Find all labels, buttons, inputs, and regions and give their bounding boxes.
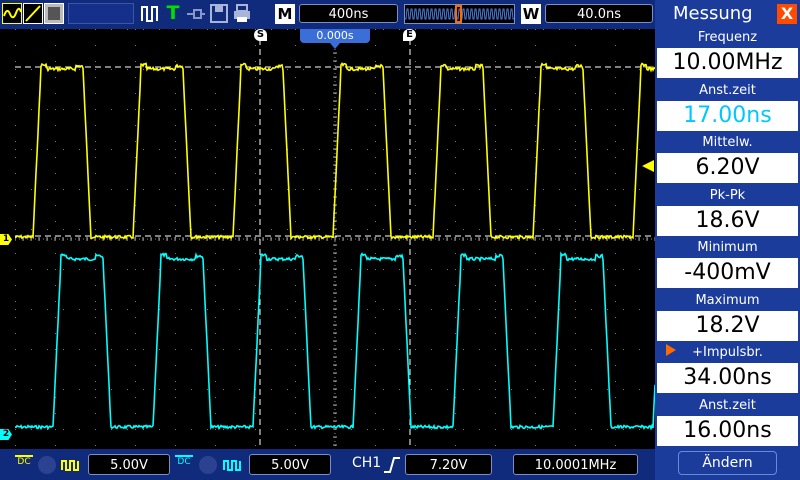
ch1-ground-marker[interactable]: 1 bbox=[0, 234, 12, 245]
main-timebase-value[interactable]: 400ns bbox=[299, 4, 398, 23]
close-button[interactable]: X bbox=[777, 4, 797, 24]
ch2-scale[interactable]: 5.00V bbox=[249, 454, 331, 475]
trigger-frequency: 10.0001MHz bbox=[513, 454, 638, 475]
selected-measurement-arrow-icon bbox=[666, 344, 676, 356]
measurement-label: +Impulsbr. bbox=[692, 345, 763, 360]
probe-icon[interactable] bbox=[186, 3, 206, 24]
measurement-label: Maximum bbox=[695, 292, 760, 308]
ch2-invert-icon[interactable] bbox=[222, 456, 244, 474]
measurement-value[interactable]: 18.6V bbox=[657, 205, 798, 236]
trigger-edge-icon[interactable] bbox=[383, 455, 401, 475]
trigger-position-badge[interactable]: 0.000s bbox=[300, 29, 370, 43]
print-icon[interactable] bbox=[232, 3, 252, 24]
ch1-scale[interactable]: 5.00V bbox=[88, 454, 170, 475]
trigger-level[interactable]: 7.20V bbox=[405, 454, 492, 475]
measurement-panel: Messung X Ändern Frequenz 10.00MHz Anst.ze… bbox=[655, 0, 800, 480]
measurement-value[interactable]: -400mV bbox=[657, 258, 798, 288]
end-marker[interactable]: E bbox=[403, 29, 416, 41]
window-timebase-value[interactable]: 40.0ns bbox=[545, 4, 653, 23]
save-icon[interactable] bbox=[209, 3, 229, 24]
measurement-value[interactable]: 18.2V bbox=[657, 310, 798, 341]
waveform-overview[interactable] bbox=[404, 4, 515, 24]
ch2-bw-icon[interactable] bbox=[199, 456, 217, 474]
ch1-wave-icon[interactable] bbox=[2, 3, 22, 24]
toolbar-blank-field bbox=[68, 3, 134, 24]
ch1-coupling[interactable]: DC bbox=[15, 455, 33, 477]
measurement-label: Anst.zeit bbox=[699, 82, 756, 98]
measurement-label: Mittelw. bbox=[702, 135, 753, 150]
measurement-label: Minimum bbox=[697, 240, 758, 255]
pulse-icon[interactable] bbox=[140, 3, 160, 24]
ch1-invert-icon[interactable] bbox=[60, 456, 82, 474]
display-icon[interactable] bbox=[44, 3, 64, 24]
trigger-source[interactable]: CH1 bbox=[352, 455, 381, 471]
trigger-level-marker[interactable] bbox=[642, 160, 654, 172]
measurement-value[interactable]: 10.00MHz bbox=[657, 48, 798, 78]
trigger-position-pointer bbox=[330, 43, 340, 49]
ch2-ground-marker[interactable]: 2 bbox=[0, 429, 12, 440]
measurement-label: Anst.zeit bbox=[699, 397, 756, 413]
measurement-value[interactable]: 17.00ns bbox=[657, 100, 798, 131]
graticule bbox=[15, 29, 655, 449]
window-timebase-label[interactable]: W bbox=[521, 4, 541, 24]
measurement-value[interactable]: 34.00ns bbox=[657, 363, 798, 393]
panel-header: Messung X bbox=[655, 0, 800, 29]
panel-title: Messung bbox=[673, 3, 753, 24]
measurement-value[interactable]: 16.00ns bbox=[657, 415, 798, 446]
ch2-coupling[interactable]: DC bbox=[175, 455, 193, 477]
status-bar: DC 5.00V DC 5.00V CH1 7.20V 10.0001MHz bbox=[0, 449, 655, 480]
main-timebase-label[interactable]: M bbox=[275, 4, 295, 24]
measurement-value[interactable]: 6.20V bbox=[657, 153, 798, 183]
ch1-bw-icon[interactable] bbox=[38, 456, 56, 474]
trigger-icon[interactable]: T bbox=[163, 3, 183, 24]
waveform-display[interactable] bbox=[15, 29, 655, 449]
start-marker[interactable]: S bbox=[254, 29, 267, 41]
change-button[interactable]: Ändern bbox=[678, 451, 777, 475]
measurement-label: Pk-Pk bbox=[709, 187, 746, 203]
measurement-label: Frequenz bbox=[697, 30, 758, 45]
top-toolbar: T M 400ns W 40.0ns bbox=[0, 0, 655, 29]
cursor-icon[interactable] bbox=[23, 3, 43, 24]
